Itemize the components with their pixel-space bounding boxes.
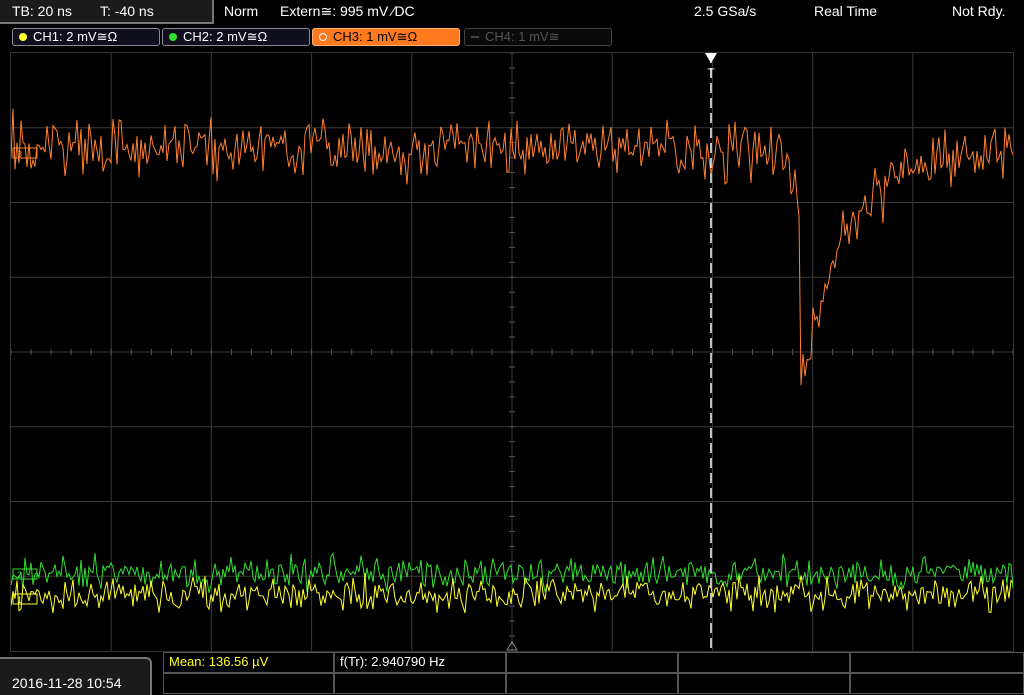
channel-3-label: CH3: 1 mV≅Ω	[333, 29, 418, 44]
channel-4-label: CH4: 1 mV≅	[485, 29, 560, 44]
ch4-off-icon	[471, 36, 479, 38]
measurement-cell-empty	[506, 673, 678, 694]
measurement-cell-empty	[506, 652, 678, 673]
trigger-offset-label[interactable]: T: -40 ns	[100, 3, 154, 19]
measurement-panel: Mean: 136.56 µV f(Tr): 2.940790 Hz	[163, 652, 1024, 695]
trigger-mode-label[interactable]: Norm	[224, 3, 258, 19]
ch1-offset-label: 1	[17, 595, 22, 605]
channel-2-button[interactable]: CH2: 2 mV≅Ω	[162, 28, 310, 46]
timebase-label[interactable]: TB: 20 ns	[12, 3, 72, 19]
ch3-dot-icon	[319, 33, 327, 41]
status-label: Not Rdy.	[952, 3, 1006, 19]
channel-4-button[interactable]: CH4: 1 mV≅	[464, 28, 612, 46]
channel-1-label: CH1: 2 mV≅Ω	[33, 29, 118, 44]
mean-measurement-value: Mean: 136.56 µV	[169, 654, 269, 669]
waveform-canvas: T 3 2 1	[10, 52, 1014, 651]
ch2-dot-icon	[169, 33, 177, 41]
acquisition-mode-label[interactable]: Real Time	[814, 3, 877, 19]
sample-rate-label[interactable]: 2.5 GSa/s	[694, 3, 756, 19]
measurement-cell-empty	[163, 673, 334, 694]
channel-2-label: CH2: 2 mV≅Ω	[183, 29, 268, 44]
trigger-source-label[interactable]: Extern≅: 995 mV ⁄DC	[280, 3, 415, 20]
channel-3-button[interactable]: CH3: 1 mV≅Ω	[312, 28, 460, 46]
measurement-cell-empty	[678, 673, 850, 694]
frequency-measurement-value: f(Tr): 2.940790 Hz	[340, 654, 446, 669]
ch3-offset-label: 3	[17, 149, 22, 159]
trigger-arrow-icon[interactable]	[705, 53, 717, 63]
measurement-cell-empty	[850, 673, 1024, 694]
trigger-marker-label: T	[707, 66, 715, 80]
ch2-offset-label: 2	[17, 570, 22, 580]
measurement-cell-empty	[334, 673, 506, 694]
datetime-box: 2016-11-28 10:54	[0, 657, 152, 695]
ch1-dot-icon	[19, 33, 27, 41]
datetime-label: 2016-11-28 10:54	[12, 675, 122, 691]
channel-1-button[interactable]: CH1: 2 mV≅Ω	[12, 28, 160, 46]
measurement-cell-empty	[678, 652, 850, 673]
waveform-display[interactable]: T 3 2 1	[10, 52, 1014, 652]
measurement-cell-empty	[850, 652, 1024, 673]
